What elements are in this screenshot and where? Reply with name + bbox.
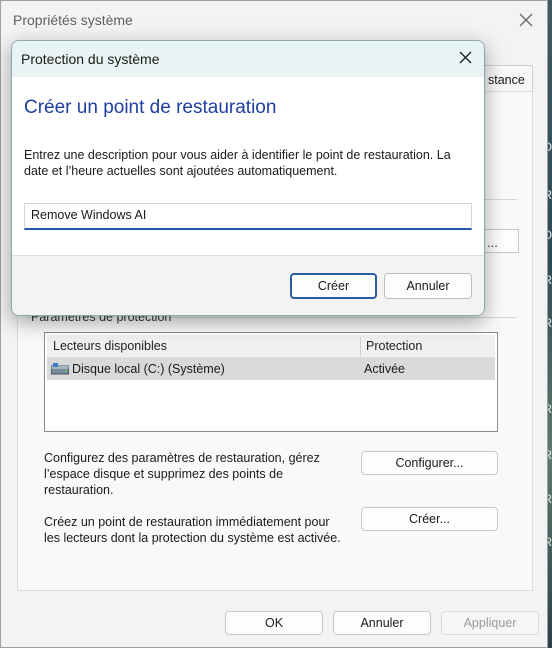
drive-name: Disque local (C:) (Système) bbox=[72, 362, 225, 376]
dialog-cancel-button[interactable]: Annuler bbox=[384, 273, 472, 299]
column-divider bbox=[360, 337, 361, 357]
dialog-description: Entrez une description pour vous aider à… bbox=[24, 148, 451, 178]
table-row[interactable]: Disque local (C:) (Système) Activée bbox=[47, 358, 495, 380]
dialog-title-bar: Protection du système bbox=[12, 41, 484, 77]
column-header-protection[interactable]: Protection bbox=[366, 339, 422, 353]
window-title: Propriétés système bbox=[13, 12, 133, 28]
configure-button[interactable]: Configurer... bbox=[361, 451, 498, 475]
dialog-title: Protection du système bbox=[21, 51, 160, 67]
tab-remote-partial[interactable]: stance bbox=[483, 65, 533, 91]
footer-bar: OK Annuler Appliquer bbox=[1, 601, 547, 647]
create-description: Créez un point de restauration immédiate… bbox=[44, 515, 341, 545]
configure-description: Configurez des paramètres de restauratio… bbox=[44, 451, 320, 497]
close-icon bbox=[519, 13, 533, 27]
close-button[interactable] bbox=[514, 9, 538, 31]
restore-point-description-input[interactable]: Remove Windows AI bbox=[24, 203, 472, 230]
create-restore-point-button[interactable]: Créer... bbox=[361, 507, 498, 531]
system-protection-dialog: Protection du système Créer un point de … bbox=[11, 40, 485, 316]
ok-button[interactable]: OK bbox=[225, 611, 323, 635]
drives-header: Lecteurs disponibles Protection bbox=[47, 335, 495, 358]
restore-button-partial[interactable]: ... bbox=[485, 229, 519, 253]
apply-button[interactable]: Appliquer bbox=[441, 611, 539, 635]
column-header-drives[interactable]: Lecteurs disponibles bbox=[53, 339, 167, 353]
close-icon bbox=[459, 51, 471, 64]
drive-protection-status: Activée bbox=[364, 362, 405, 376]
drives-list[interactable]: Lecteurs disponibles Protection Disque l… bbox=[44, 332, 498, 432]
cancel-button[interactable]: Annuler bbox=[333, 611, 431, 635]
divider bbox=[485, 199, 517, 200]
dialog-create-button[interactable]: Créer bbox=[290, 273, 377, 299]
drive-icon bbox=[51, 363, 69, 375]
dialog-heading: Créer un point de restauration bbox=[24, 97, 277, 118]
dialog-close-button[interactable] bbox=[454, 47, 476, 69]
